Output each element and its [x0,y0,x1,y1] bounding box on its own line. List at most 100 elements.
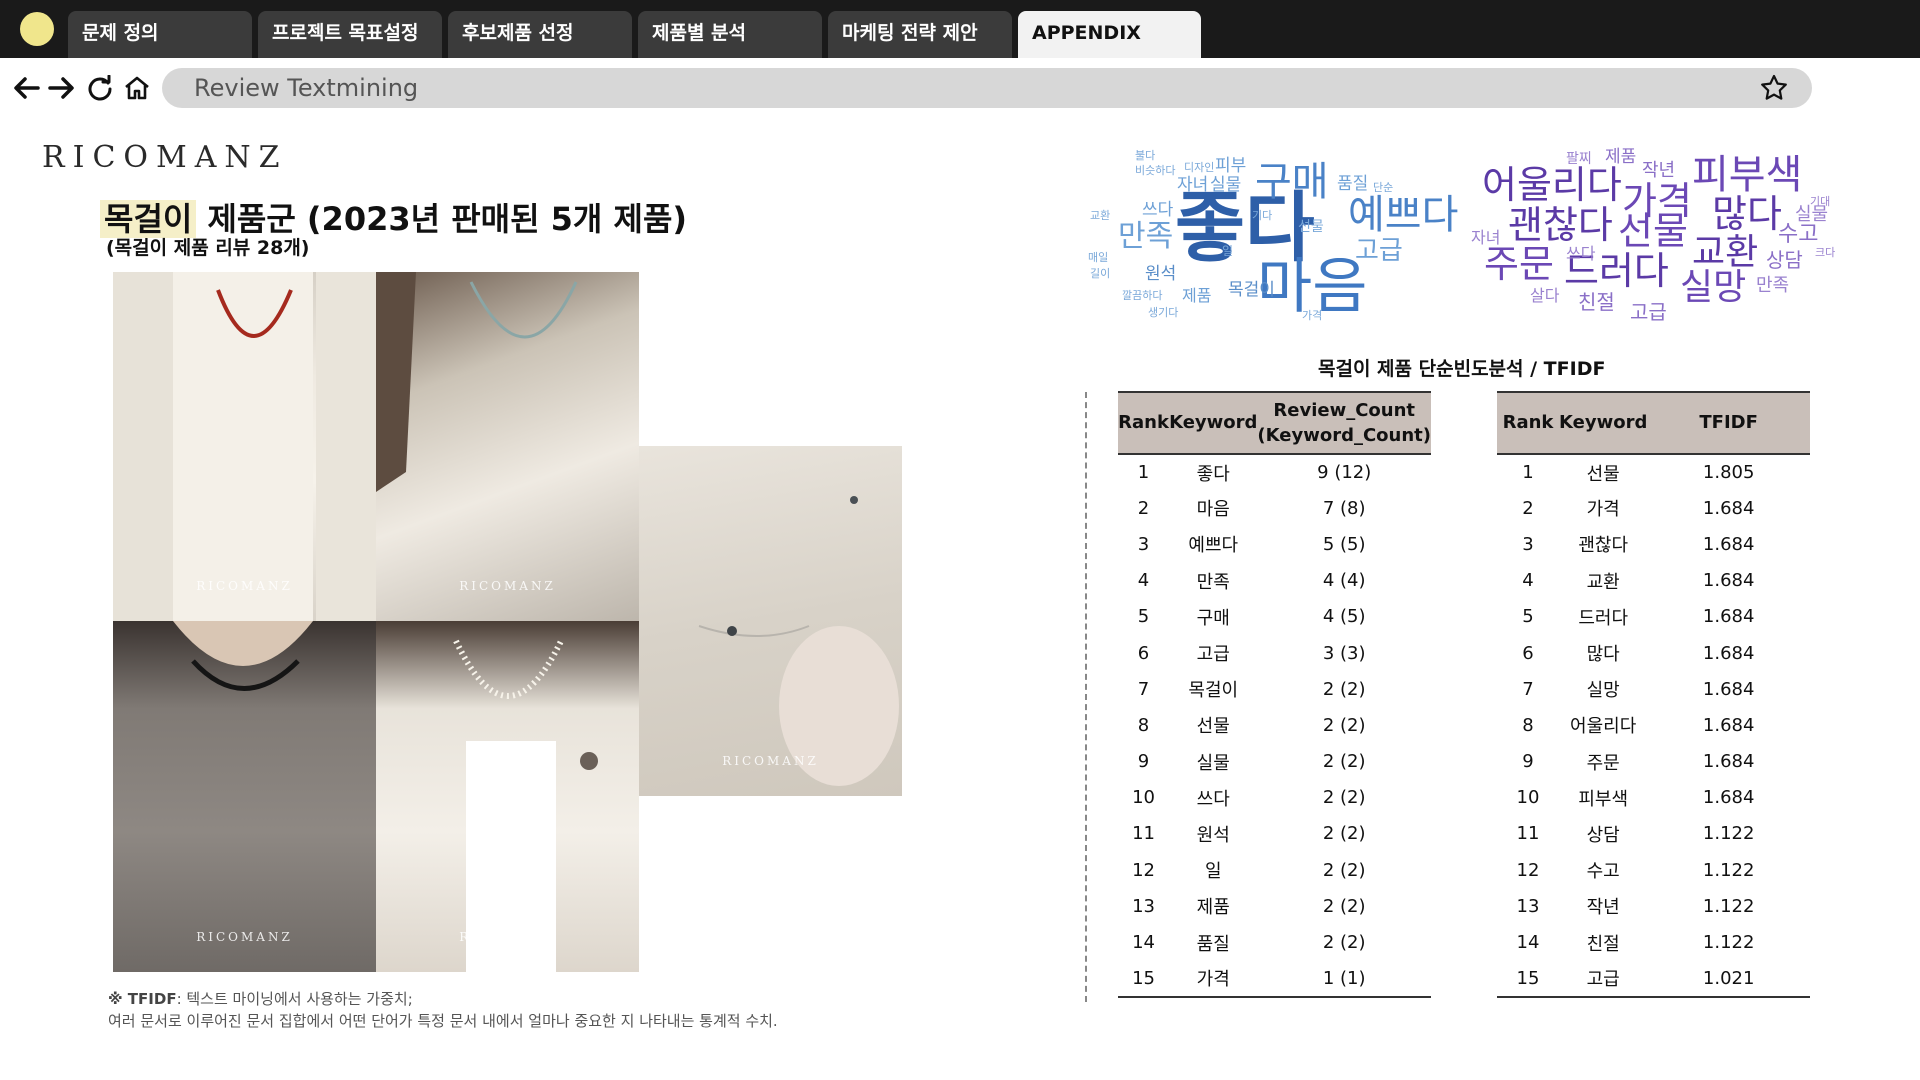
tab-product-analysis[interactable]: 제품별 분석 [638,11,822,58]
table-cell: 1.684 [1702,533,1755,555]
table-cell: 1.684 [1702,714,1755,736]
arrow-left-icon[interactable] [10,72,42,104]
cloud-word: 단순 [1373,181,1394,194]
product-photo-red-necklace: RICOMANZ [113,272,376,621]
table-cell: 5 [1522,606,1534,628]
cloud-word: 괜찮다 [1508,203,1613,247]
table-cell: 12 [1132,859,1155,881]
table-cell: 선물 [1586,463,1620,485]
table-cell: 고급 [1559,960,1648,998]
table-cell: 13 [1516,895,1540,917]
product-photo-pearl-necklace: RICOMANZ [376,621,639,972]
cloud-word: 목걸이 [1228,280,1275,300]
table-row: 15 가격 1 (1) [1118,960,1431,998]
browser-navbar: Review Textmining [0,58,1920,118]
table-cell: 1.684 [1702,678,1755,700]
table-row: 5 드러다 1.684 [1497,599,1810,635]
cloud-word: 매일 [1088,251,1109,264]
product-photo-silver-chain: RICOMANZ [376,272,639,621]
wordcloud-frequency: 좋다 마음 예쁘다 구매 만족 고급 목걸이 선물 쓰다 원석 제품 품질 자녀… [1080,140,1480,330]
tfidf-note-line1: : 텍스트 마이닝에서 사용하는 가중치; [176,990,413,1008]
cloud-word: 크다 [1815,246,1836,259]
table-row: 7 목걸이 2 (2) [1118,671,1431,707]
table-cell: 실망 [1586,680,1620,702]
table-cell: 1.684 [1702,751,1755,773]
table-cell: 괜찮다 [1578,535,1629,557]
table-cell: 품질 [1196,933,1230,955]
cloud-word: 팔찌 [1566,151,1592,167]
cloud-word: 피부 [1215,156,1247,176]
table-row: 8 어울리다 1.684 [1497,707,1810,743]
table-cell: 고급 [1196,644,1230,666]
table-cell: 좋다 [1196,463,1230,485]
table-row: 6 고급 3 (3) [1118,635,1431,671]
cloud-word: 교환 [1090,209,1111,222]
table-row: 1 선물 1.805 [1497,454,1810,490]
tab-bar: 문제 정의 프로젝트 목표설정 후보제품 선정 제품별 분석 마케팅 전략 제안… [0,0,1920,58]
table-cell: 작년 [1586,897,1620,919]
cloud-word: 실물 [1795,204,1829,225]
cloud-word: 만족 [1118,219,1174,254]
table-cell: 10 [1132,787,1155,809]
cloud-word: 품질 [1337,174,1369,194]
table-row: 2 가격 1.684 [1497,490,1810,526]
cloud-word: 일 [1222,244,1234,258]
table-cell: 9 [1522,751,1534,773]
cloud-word: 고급 [1630,300,1667,324]
table-cell: 피부색 [1578,788,1629,810]
tab-problem-definition[interactable]: 문제 정의 [68,11,252,58]
table-row: 10 쓰다 2 (2) [1118,780,1431,816]
table-cell: 1.684 [1702,642,1755,664]
tfidf-term: ※ TFIDF [108,990,177,1008]
tab-marketing-strategy[interactable]: 마케팅 전략 제안 [828,11,1012,58]
dashed-divider [1085,392,1087,1002]
table-cell: 15 [1118,960,1170,998]
frequency-table: Rank Keyword Review_Count (Keyword_Count)… [1118,391,1431,998]
cloud-word: 길이 [1090,267,1111,280]
arrow-right-icon[interactable] [46,72,78,104]
table-cell: 1.684 [1702,497,1755,519]
tab-project-goal[interactable]: 프로젝트 목표설정 [258,11,442,58]
table-cell: 상담 [1586,824,1620,846]
star-icon[interactable] [1760,74,1788,102]
table-cell: 가격 [1586,499,1620,521]
table-cell: 2 [1522,497,1534,519]
table-row: 4 교환 1.684 [1497,563,1810,599]
cloud-word: 기대 [1810,195,1831,208]
page-subtitle: (목걸이 제품 리뷰 28개) [106,237,310,259]
table-cell: 3 [1522,533,1534,555]
table-cell: 가격 [1169,960,1258,998]
cloud-word: 어울리다 [1482,163,1622,207]
cloud-word: 제품 [1605,147,1637,167]
cloud-word: 기다 [1252,209,1273,222]
table-cell: 11 [1516,823,1540,845]
table-row: 4 만족 4 (4) [1118,563,1431,599]
table-cell: 어울리다 [1570,716,1637,738]
table-cell: 1.122 [1702,932,1755,954]
address-bar[interactable]: Review Textmining [162,68,1812,108]
table-cell: 드러다 [1578,607,1629,629]
table-cell: 5 [1137,606,1150,628]
table-row: 8 선물 2 (2) [1118,707,1431,743]
table-row: 11 원석 2 (2) [1118,816,1431,852]
address-bar-text: Review Textmining [194,74,419,102]
table-cell: 목걸이 [1188,680,1239,702]
table-cell: 3 [1137,533,1150,555]
photo-watermark: RICOMANZ [196,930,293,944]
cloud-word: 상담 [1766,248,1803,272]
home-icon[interactable] [121,72,153,104]
table-cell: 1 [1137,462,1150,484]
table-cell: 2 (2) [1322,787,1366,809]
col-header-rank: Rank [1118,391,1170,455]
table-row: 10 피부색 1.684 [1497,780,1810,816]
tab-appendix[interactable]: APPENDIX [1018,11,1201,58]
table-cell: 7 [1522,678,1534,700]
table-cell: 2 (2) [1322,932,1366,954]
tables-title: 목걸이 제품 단순빈도분석 / TFIDF [1318,358,1606,380]
table-row: 3 예쁘다 5 (5) [1118,526,1431,562]
tab-candidate-products[interactable]: 후보제품 선정 [448,11,632,58]
table-cell: 많다 [1586,644,1620,666]
reload-icon[interactable] [84,72,116,104]
photo-watermark: RICOMANZ [459,930,556,944]
photo-watermark: RICOMANZ [196,579,293,593]
